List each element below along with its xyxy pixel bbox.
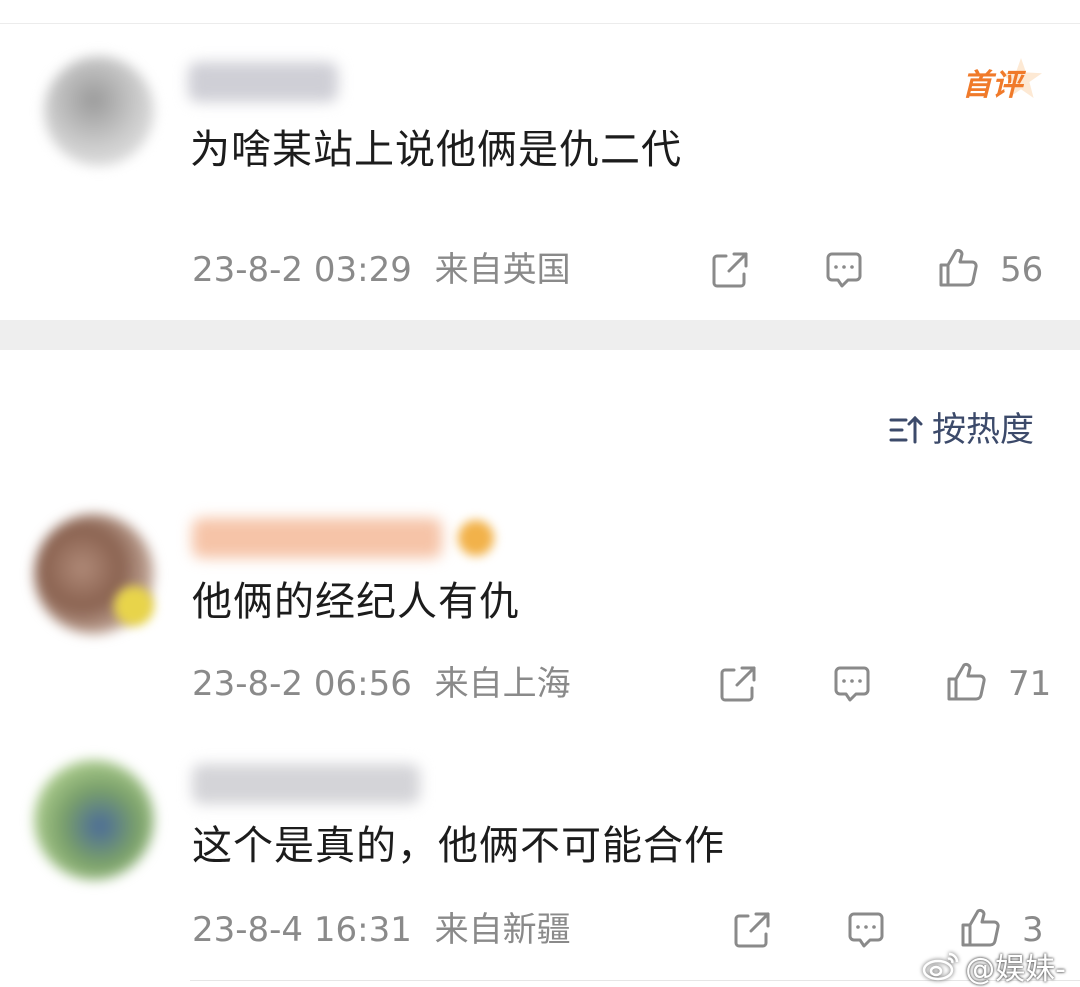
sort-label: 按热度 <box>932 410 1034 450</box>
like-count: 71 <box>1008 664 1052 704</box>
watermark-text: @娱妹- <box>965 952 1066 987</box>
comment-text: 他俩的经纪人有仇 <box>192 579 520 625</box>
first-comment-badge: 首评 <box>962 68 1022 103</box>
comment-location: 来自新疆 <box>434 910 571 950</box>
comment-meta: 23-8-4 16:31 来自新疆 <box>192 910 571 950</box>
comment-time: 23-8-2 03:29 <box>192 250 412 290</box>
comment-text: 这个是真的，他俩不可能合作 <box>192 823 725 869</box>
share-icon[interactable] <box>716 662 760 706</box>
username-blurred[interactable] <box>192 764 420 804</box>
like-count: 56 <box>1000 250 1044 290</box>
share-icon[interactable] <box>708 248 752 292</box>
section-separator <box>0 320 1080 350</box>
comment-text: 为啥某站上说他俩是仇二代 <box>190 127 682 173</box>
comment-icon[interactable] <box>822 248 866 292</box>
weibo-icon <box>922 952 959 981</box>
sort-icon <box>889 415 923 444</box>
comment-time: 23-8-2 06:56 <box>192 664 412 704</box>
comment-location: 来自上海 <box>434 664 571 704</box>
thumbs-up-icon[interactable] <box>936 246 980 290</box>
avatar[interactable] <box>44 56 154 166</box>
sort-by-hot-button[interactable]: 按热度 <box>888 410 1034 450</box>
comment-icon[interactable] <box>830 662 874 706</box>
username-blurred[interactable] <box>192 518 442 558</box>
comment-location: 来自英国 <box>434 250 571 290</box>
username-blurred[interactable] <box>188 62 338 102</box>
comment-meta: 23-8-2 06:56 来自上海 <box>192 664 571 704</box>
comment-time: 23-8-4 16:31 <box>192 910 412 950</box>
verified-badge <box>458 520 494 556</box>
comment-meta: 23-8-2 03:29 来自英国 <box>192 250 571 290</box>
thumbs-up-icon[interactable] <box>944 660 988 704</box>
watermark: @娱妹- <box>921 944 1066 987</box>
avatar-accent <box>114 586 154 626</box>
avatar[interactable] <box>34 760 154 880</box>
top-divider <box>0 0 1080 24</box>
comment-icon[interactable] <box>844 908 888 952</box>
share-icon[interactable] <box>730 908 774 952</box>
